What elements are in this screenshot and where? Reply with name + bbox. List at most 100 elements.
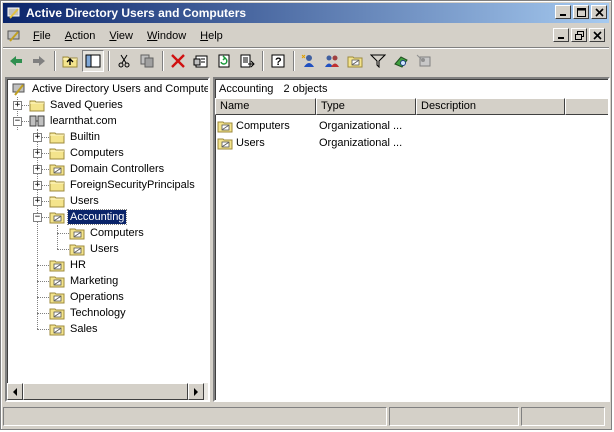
scroll-right-button[interactable] (188, 383, 204, 400)
export-list-button[interactable] (236, 50, 258, 72)
refresh-icon (218, 54, 230, 67)
tree-node-accounting-computers[interactable]: Computers (69, 225, 146, 241)
refresh-button[interactable] (213, 50, 235, 72)
new-group-icon (325, 55, 339, 67)
close-button[interactable] (591, 5, 607, 19)
ou-icon (49, 258, 65, 272)
expand-button[interactable]: + (13, 101, 22, 110)
tree-node-domain[interactable]: learnthat.com (29, 113, 119, 129)
find-icon (394, 55, 408, 68)
forward-arrow-icon (33, 55, 45, 66)
collapse-button[interactable]: − (33, 213, 42, 222)
tree-node-accounting-users[interactable]: Users (69, 241, 121, 257)
toolbar-separator (108, 50, 110, 71)
maximize-button[interactable] (573, 5, 589, 19)
column-header-type[interactable]: Type (316, 98, 416, 115)
column-header-name[interactable]: Name (215, 98, 316, 115)
title-bar[interactable]: Active Directory Users and Computers (3, 3, 609, 23)
help-button[interactable]: ? (267, 50, 289, 72)
tree-node-label: Operations (70, 291, 124, 303)
tree-node-saved-queries[interactable]: Saved Queries (29, 97, 125, 113)
forward-button[interactable] (28, 50, 50, 72)
tree-node-label-selected: Accounting (66, 209, 128, 225)
details-pane[interactable]: Accounting 2 objects Name Type Descripti… (213, 77, 610, 402)
cut-button[interactable] (113, 50, 135, 72)
copy-button[interactable] (136, 50, 158, 72)
tree-node-label: Technology (70, 307, 126, 319)
tree-node-foreign-security-principals[interactable]: ForeignSecurityPrincipals (49, 177, 197, 193)
tree-node-operations[interactable]: Operations (49, 289, 126, 305)
new-ou-button[interactable] (344, 50, 366, 72)
properties-button[interactable] (190, 50, 212, 72)
new-group-button[interactable] (321, 50, 343, 72)
add-to-group-button[interactable] (413, 50, 435, 72)
expand-button[interactable]: + (33, 197, 42, 206)
tree-node-label: Saved Queries (50, 99, 123, 111)
tree-node-accounting[interactable]: Accounting (49, 209, 128, 225)
tree-node-label: ForeignSecurityPrincipals (70, 179, 195, 191)
mdi-close-button[interactable] (589, 28, 605, 42)
folder-icon (49, 194, 65, 208)
tree-node-builtin[interactable]: Builtin (49, 129, 102, 145)
find-button[interactable] (390, 50, 412, 72)
mdi-minimize-button[interactable] (553, 28, 569, 42)
ou-icon (49, 210, 65, 224)
menu-window[interactable]: Window (140, 30, 193, 42)
menu-help[interactable]: Help (193, 30, 230, 42)
export-list-icon (240, 54, 255, 67)
list-item-type: Organizational ... (319, 136, 403, 149)
cut-icon (118, 54, 130, 67)
folder-icon (29, 98, 45, 112)
expand-button[interactable]: + (33, 149, 42, 158)
mdi-restore-button[interactable] (571, 28, 587, 42)
back-button[interactable] (5, 50, 27, 72)
application-window: Active Directory Users and Computers Fil… (0, 0, 612, 430)
close-icon (594, 7, 604, 17)
mmc-console-icon[interactable] (6, 28, 24, 44)
tree-node-sales[interactable]: Sales (49, 321, 100, 337)
aduc-console-icon (7, 7, 20, 19)
expand-button[interactable]: + (33, 181, 42, 190)
tree-node-hr[interactable]: HR (49, 257, 88, 273)
expand-button[interactable]: + (33, 165, 42, 174)
collapse-button[interactable]: − (13, 117, 22, 126)
list-item[interactable]: Computers Organizational ... (217, 117, 416, 134)
list-item-name: Users (217, 136, 316, 150)
tree-node-users[interactable]: Users (49, 193, 101, 209)
menu-view[interactable]: View (102, 30, 140, 42)
tree-node-computers[interactable]: Computers (49, 145, 126, 161)
copy-icon (140, 54, 154, 67)
toolbar-separator (293, 50, 295, 71)
console-tree-pane[interactable]: Active Directory Users and Computer + Sa… (5, 77, 210, 402)
delete-button[interactable] (167, 50, 189, 72)
tree-node-domain-controllers[interactable]: Domain Controllers (49, 161, 166, 177)
tree-node-technology[interactable]: Technology (49, 305, 128, 321)
scroll-left-button[interactable] (7, 383, 23, 400)
tree-node-marketing[interactable]: Marketing (49, 273, 120, 289)
new-user-button[interactable] (298, 50, 320, 72)
tree-horizontal-scrollbar[interactable] (7, 383, 208, 400)
ou-icon (49, 274, 65, 288)
back-arrow-icon (10, 55, 22, 66)
up-one-level-button[interactable] (59, 50, 81, 72)
column-header-description[interactable]: Description (416, 98, 565, 115)
minimize-icon (560, 14, 566, 16)
expand-button[interactable]: + (33, 133, 42, 142)
scroll-thumb[interactable] (23, 383, 188, 400)
folder-icon (49, 178, 65, 192)
menu-action[interactable]: Action (58, 30, 103, 42)
minimize-button[interactable] (555, 5, 571, 19)
tree-node-label: Computers (70, 147, 124, 159)
ou-icon (217, 136, 233, 150)
menu-bar: File Action View Window Help (3, 25, 609, 46)
up-folder-icon (62, 54, 78, 68)
list-item-name-label: Computers (236, 119, 290, 132)
menu-file[interactable]: File (26, 30, 58, 42)
filter-button[interactable] (367, 50, 389, 72)
tree-node-label: Users (90, 243, 119, 255)
window-title: Active Directory Users and Computers (26, 6, 247, 20)
tree-root-node[interactable]: Active Directory Users and Computer (11, 81, 208, 97)
list-item[interactable]: Users Organizational ... (217, 134, 416, 151)
show-hide-console-tree-button[interactable] (82, 49, 104, 72)
tree-node-label: learnthat.com (50, 115, 117, 127)
